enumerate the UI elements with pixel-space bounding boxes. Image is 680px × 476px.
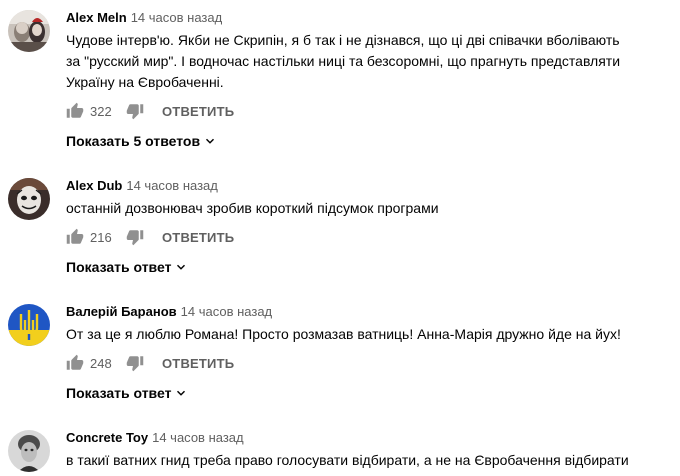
show-replies-label: Показать ответ xyxy=(66,259,172,275)
comment-author[interactable]: Валерій Баранов xyxy=(66,304,177,319)
avatar-mask-icon[interactable] xyxy=(8,178,50,220)
chevron-down-icon xyxy=(174,260,188,274)
comment-time[interactable]: 14 часов назад xyxy=(126,178,218,193)
comment-time[interactable]: 14 часов назад xyxy=(181,304,273,319)
comment-author[interactable]: Alex Meln xyxy=(66,10,127,25)
show-replies-button[interactable]: Показать ответ xyxy=(66,257,672,277)
comments-list: Alex Meln 14 часов назад Чудове інтерв'ю.… xyxy=(0,0,680,476)
avatar-trident-icon[interactable] xyxy=(8,304,50,346)
thumbs-up-icon[interactable] xyxy=(66,102,84,120)
show-replies-button[interactable]: Показать ответ xyxy=(66,383,672,403)
reply-button[interactable]: ОТВЕТИТЬ xyxy=(162,230,234,245)
comment-actions: 248 ОТВЕТИТЬ xyxy=(66,351,672,375)
comment-header: Alex Meln 14 часов назад xyxy=(66,10,672,26)
thumbs-up-icon[interactable] xyxy=(66,354,84,372)
comment-body: Alex Meln 14 часов назад Чудове інтерв'ю.… xyxy=(66,10,672,151)
reply-button[interactable]: ОТВЕТИТЬ xyxy=(162,356,234,371)
like-count: 322 xyxy=(90,103,112,119)
like-count: 216 xyxy=(90,229,112,245)
avatar-two-faces-icon[interactable] xyxy=(8,10,50,52)
comment-time[interactable]: 14 часов назад xyxy=(152,430,244,445)
thumbs-down-icon[interactable] xyxy=(126,354,144,372)
comment-body: Alex Dub 14 часов назад останній дозвонюв… xyxy=(66,178,672,277)
comment-header: Alex Dub 14 часов назад xyxy=(66,178,672,194)
like-count: 248 xyxy=(90,355,112,371)
show-replies-label: Показать 5 ответов xyxy=(66,133,201,149)
thumbs-up-icon[interactable] xyxy=(66,228,84,246)
comment-text: От за це я люблю Романа! Просто розмазав… xyxy=(66,326,621,342)
comment-actions: 322 ОТВЕТИТЬ xyxy=(66,99,672,123)
comment-time[interactable]: 14 часов назад xyxy=(131,10,223,25)
show-replies-label: Показать ответ xyxy=(66,385,172,401)
comment-author[interactable]: Concrete Toy xyxy=(66,430,148,445)
avatar-portrait-icon[interactable] xyxy=(8,430,50,472)
comment-header: Валерій Баранов 14 часов назад xyxy=(66,304,672,320)
comment-actions: 216 ОТВЕТИТЬ xyxy=(66,225,672,249)
comment-text: Чудове інтерв'ю. Якби не Скрипін, я б та… xyxy=(66,32,621,90)
comment-text: в такиї ватних гнид треба право голосува… xyxy=(66,452,629,468)
comment-author[interactable]: Alex Dub xyxy=(66,178,122,193)
thumbs-down-icon[interactable] xyxy=(126,228,144,246)
comment-text: останній дозвонювач зробив короткий підс… xyxy=(66,200,439,216)
comment-body: Валерій Баранов 14 часов назад От за це я… xyxy=(66,304,672,403)
comment-body: Concrete Toy 14 часов назад в такиї ватни… xyxy=(66,430,672,471)
chevron-down-icon xyxy=(174,386,188,400)
chevron-down-icon xyxy=(203,134,217,148)
comment-header: Concrete Toy 14 часов назад xyxy=(66,430,672,446)
thumbs-down-icon[interactable] xyxy=(126,102,144,120)
show-replies-button[interactable]: Показать 5 ответов xyxy=(66,131,672,151)
reply-button[interactable]: ОТВЕТИТЬ xyxy=(162,104,234,119)
